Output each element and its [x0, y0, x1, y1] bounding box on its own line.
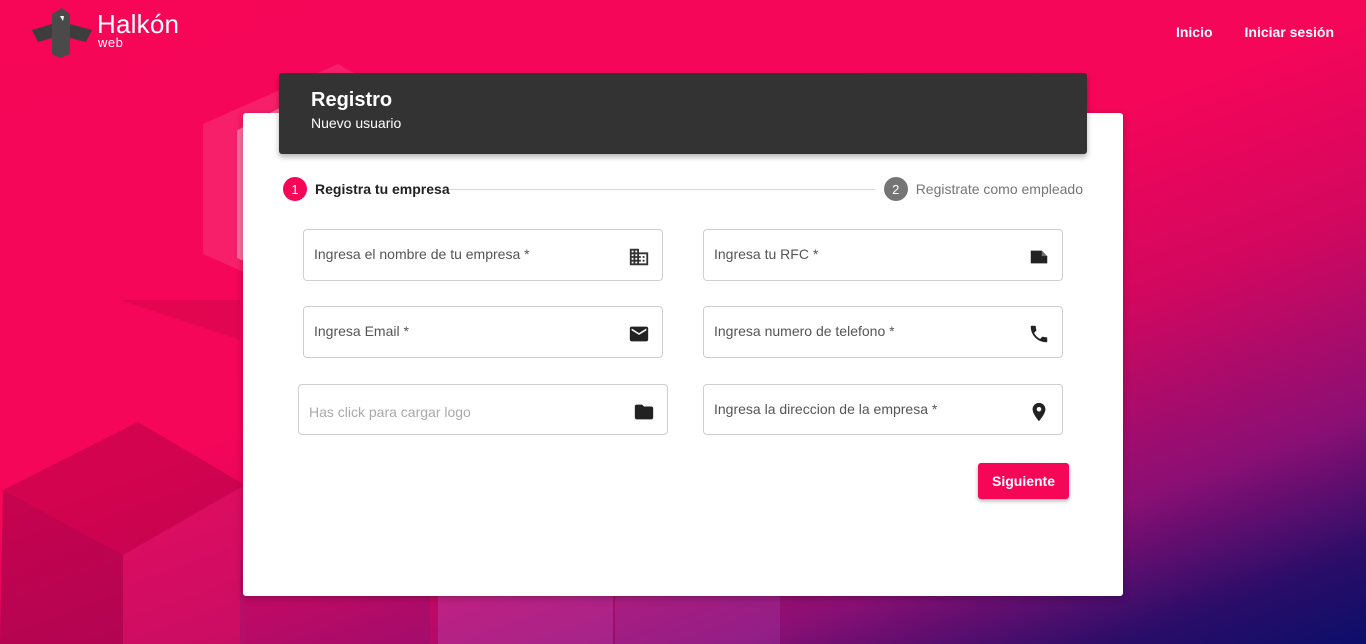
step-number-badge: 2 [883, 177, 908, 201]
card-subtitle: Nuevo usuario [311, 115, 402, 131]
email-field[interactable]: Ingresa Email * [303, 306, 663, 358]
rfc-placeholder: Ingresa tu RFC * [714, 246, 819, 262]
email-placeholder: Ingresa Email * [314, 323, 409, 339]
registration-stepper: 1 Registra tu empresa 2 Registrate como … [283, 177, 1083, 203]
phone-icon [1030, 325, 1048, 343]
company-name-placeholder: Ingresa el nombre de tu empresa * [314, 246, 530, 262]
logo-upload-field[interactable]: Has click para cargar logo [298, 384, 668, 435]
next-button[interactable]: Siguiente [978, 463, 1069, 499]
badge-icon [1030, 250, 1048, 264]
step-label: Registrate como empleado [915, 181, 1083, 197]
logo-upload-placeholder: Has click para cargar logo [309, 404, 471, 420]
company-name-field[interactable]: Ingresa el nombre de tu empresa * [303, 229, 663, 281]
phone-field[interactable]: Ingresa numero de telefono * [703, 306, 1063, 358]
phone-placeholder: Ingresa numero de telefono * [714, 323, 895, 339]
rfc-field[interactable]: Ingresa tu RFC * [703, 229, 1063, 281]
card-title: Registro [311, 89, 393, 111]
step-number-badge: 1 [283, 177, 307, 201]
folder-icon [634, 404, 654, 420]
step-company[interactable]: 1 Registra tu empresa [283, 177, 450, 201]
top-bar: Halkón web Inicio Iniciar sesión [0, 0, 1366, 64]
address-field[interactable]: Ingresa la direccion de la empresa * [703, 384, 1063, 435]
mail-icon [629, 326, 649, 342]
business-icon [629, 248, 649, 266]
address-placeholder: Ingresa la direccion de la empresa * [714, 401, 938, 417]
nav-login-link[interactable]: Iniciar sesión [1245, 24, 1334, 40]
top-nav: Inicio Iniciar sesión [1176, 24, 1334, 40]
step-label: Registra tu empresa [315, 181, 450, 197]
location-pin-icon [1032, 402, 1046, 422]
card-header: Registro Nuevo usuario [279, 73, 1087, 154]
falcon-logo-icon [32, 8, 92, 58]
step-employee[interactable]: 2 Registrate como empleado [883, 177, 1083, 201]
stepper-connector-line [449, 189, 875, 190]
nav-home-link[interactable]: Inicio [1176, 24, 1213, 40]
brand-subtitle: web [98, 35, 124, 50]
brand-logo[interactable]: Halkón web [30, 8, 190, 58]
